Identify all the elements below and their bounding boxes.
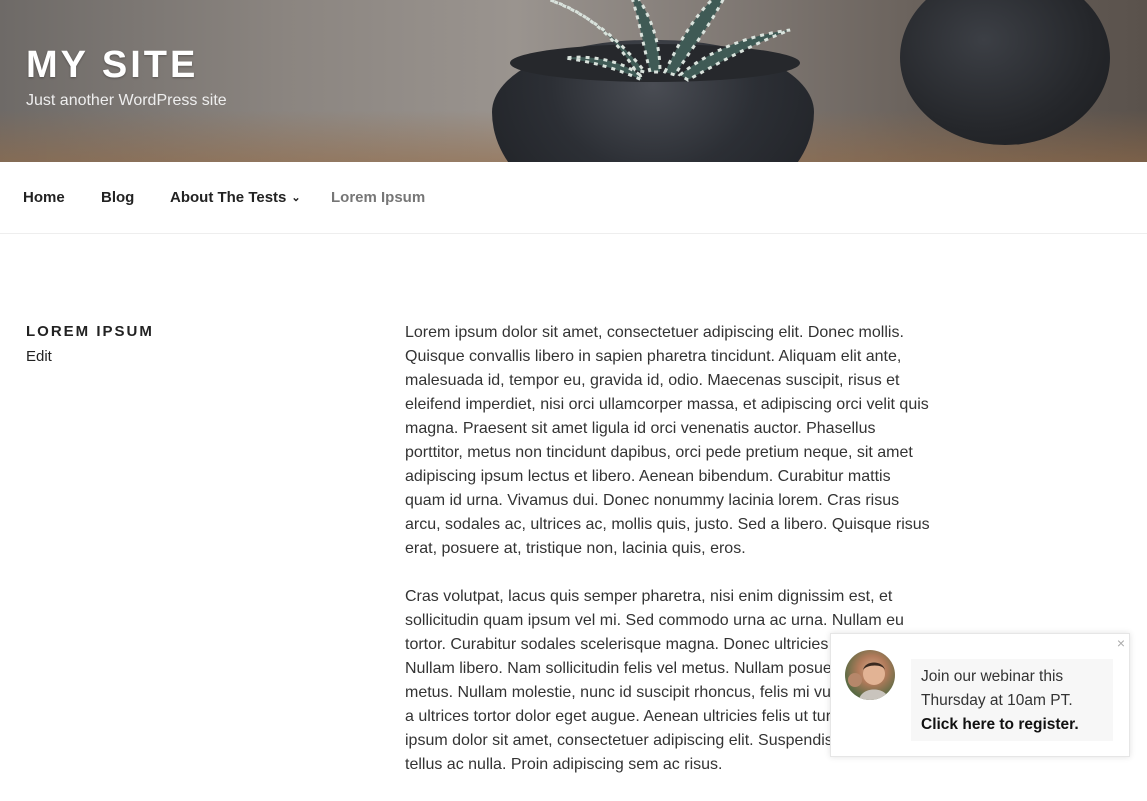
avatar-illustration bbox=[848, 662, 889, 700]
primary-navigation: Home Blog About The Tests ⌄ Lorem Ipsum bbox=[0, 162, 1147, 234]
webinar-message: Join our webinar this Thursday at 10am P… bbox=[911, 659, 1113, 741]
content-paragraph: Lorem ipsum dolor sit amet, consectetuer… bbox=[405, 324, 930, 557]
nav-item-label: Blog bbox=[101, 189, 135, 206]
header-image-plant bbox=[549, 0, 791, 83]
register-link[interactable]: Click here to register. bbox=[921, 713, 1103, 737]
avatar bbox=[845, 650, 895, 700]
site-tagline: Just another WordPress site bbox=[26, 92, 227, 109]
edit-link[interactable]: Edit bbox=[26, 348, 52, 365]
webinar-text: Join our webinar this Thursday at 10am P… bbox=[921, 668, 1073, 709]
chevron-down-icon: ⌄ bbox=[291, 192, 301, 204]
site-header: MY SITE Just another WordPress site bbox=[0, 0, 1147, 162]
close-icon[interactable]: × bbox=[1117, 635, 1125, 651]
nav-item-blog[interactable]: Blog bbox=[101, 189, 134, 206]
nav-item-about-the-tests[interactable]: About The Tests ⌄ bbox=[170, 189, 301, 206]
webinar-popup: × Join our webinar this Thursday at 10am… bbox=[830, 633, 1130, 757]
nav-item-label: Home bbox=[23, 189, 65, 206]
page-title: LOREM IPSUM bbox=[26, 323, 154, 340]
nav-item-label: Lorem Ipsum bbox=[331, 189, 426, 206]
nav-item-lorem-ipsum[interactable]: Lorem Ipsum bbox=[331, 189, 425, 206]
nav-item-home[interactable]: Home bbox=[23, 189, 65, 206]
nav-item-label: About The Tests bbox=[170, 189, 287, 206]
site-title[interactable]: MY SITE bbox=[26, 44, 198, 87]
